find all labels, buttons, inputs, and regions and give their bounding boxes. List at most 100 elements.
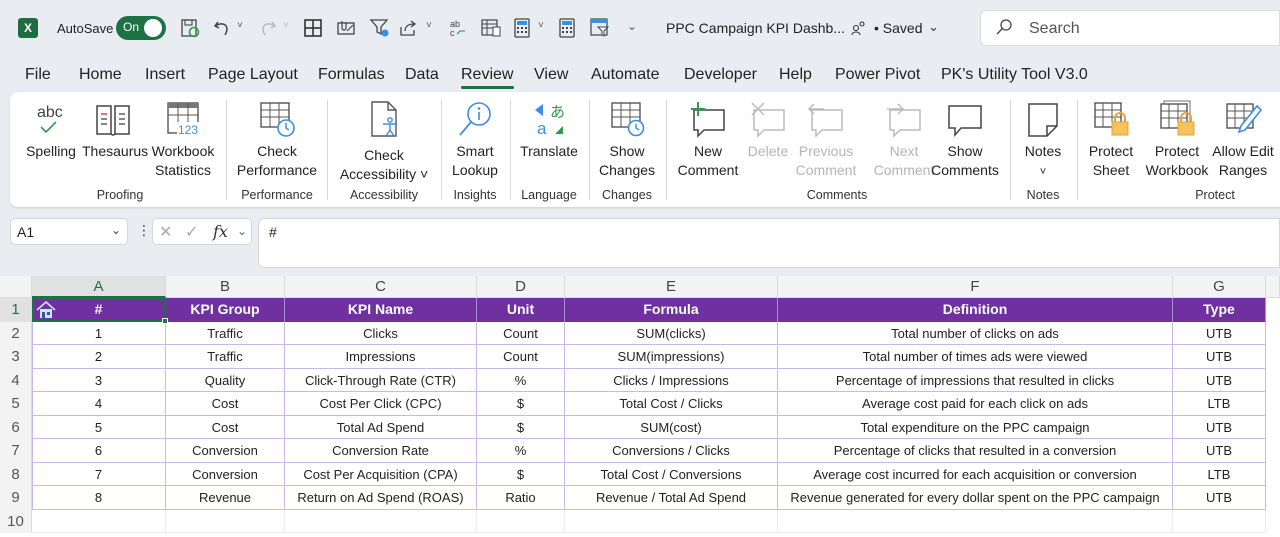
spelling-abc-icon[interactable]: ab c [447, 17, 469, 39]
share-icon[interactable] [397, 17, 419, 39]
smart-lookup-button[interactable]: Smart Lookup [446, 100, 504, 180]
undo-dropdown-chevron-icon[interactable]: ˅ [237, 20, 243, 31]
row-header-7[interactable]: 7 [0, 439, 32, 463]
cell-kpi-number[interactable]: 7 [32, 462, 166, 486]
cell-definition[interactable]: Percentage of impressions that resulted … [778, 368, 1173, 392]
cell-kpi-group[interactable]: Conversion [166, 462, 285, 486]
tab-data[interactable]: Data [405, 66, 439, 84]
column-header-d[interactable]: D [477, 276, 565, 298]
notes-dropdown-chevron-icon[interactable]: ˅ [1040, 166, 1046, 178]
cell-type[interactable]: UTB [1173, 439, 1266, 463]
cell-kpi-number[interactable]: 1 [32, 321, 166, 345]
cell-formula[interactable]: SUM(impressions) [565, 345, 778, 369]
header-cell-unit[interactable]: Unit [477, 298, 565, 322]
share-people-icon[interactable] [850, 19, 868, 42]
empty-cell[interactable] [778, 509, 1173, 533]
header-cell-formula[interactable]: Formula [565, 298, 778, 322]
cell-kpi-group[interactable]: Conversion [166, 439, 285, 463]
undo-icon[interactable] [212, 17, 234, 39]
row-header-3[interactable]: 3 [0, 345, 32, 369]
cell-formula[interactable]: SUM(cost) [565, 415, 778, 439]
show-comments-button[interactable]: Show Comments [928, 100, 1002, 180]
cell-unit[interactable]: Ratio [477, 486, 565, 510]
customize-quick-access-icon[interactable]: ⌄ [627, 19, 637, 33]
cell-formula[interactable]: Revenue / Total Ad Spend [565, 486, 778, 510]
cell-type[interactable]: UTB [1173, 368, 1266, 392]
empty-cell[interactable] [1173, 509, 1266, 533]
show-changes-button[interactable]: Show Changes [594, 100, 660, 180]
borders-icon[interactable] [302, 17, 324, 39]
cell-type[interactable]: UTB [1173, 345, 1266, 369]
autosave-toggle[interactable]: On [116, 16, 166, 40]
share-dropdown-chevron-icon[interactable]: ˅ [426, 20, 432, 31]
tab-automate[interactable]: Automate [591, 66, 659, 84]
cell-kpi-group[interactable]: Quality [166, 368, 285, 392]
tab-page-layout[interactable]: Page Layout [208, 66, 298, 84]
cell-kpi-number[interactable]: 5 [32, 415, 166, 439]
cell-type[interactable]: UTB [1173, 486, 1266, 510]
cell-definition[interactable]: Revenue generated for every dollar spent… [778, 486, 1173, 510]
row-header-4[interactable]: 4 [0, 368, 32, 392]
document-title[interactable]: PPC Campaign KPI Dashb... [666, 20, 845, 36]
cell-kpi-group[interactable]: Revenue [166, 486, 285, 510]
header-cell-kpi-number[interactable]: # [32, 298, 166, 322]
calculator-icon-2[interactable] [556, 17, 578, 39]
cell-kpi-number[interactable]: 4 [32, 392, 166, 416]
empty-cell[interactable] [565, 509, 778, 533]
check-performance-button[interactable]: Check Performance [232, 100, 322, 180]
fx-chevron-icon[interactable]: ⌄ [237, 224, 247, 238]
tab-home[interactable]: Home [79, 66, 122, 84]
protect-workbook-button[interactable]: Protect Workbook [1142, 100, 1212, 180]
tab-formulas[interactable]: Formulas [318, 66, 385, 84]
name-box-chevron-icon[interactable]: ⌄ [111, 223, 121, 237]
cell-kpi-name[interactable]: Cost Per Acquisition (CPA) [285, 462, 477, 486]
cell-definition[interactable]: Percentage of clicks that resulted in a … [778, 439, 1173, 463]
cell-definition[interactable]: Average cost incurred for each acquisiti… [778, 462, 1173, 486]
column-header-f[interactable]: F [778, 276, 1173, 298]
cell-unit[interactable]: Count [477, 345, 565, 369]
column-header-next[interactable] [1266, 276, 1280, 298]
row-header-10[interactable]: 10 [0, 509, 32, 533]
tab-developer[interactable]: Developer [684, 66, 757, 84]
cell-formula[interactable]: Total Cost / Conversions [565, 462, 778, 486]
cell-kpi-name[interactable]: Return on Ad Spend (ROAS) [285, 486, 477, 510]
cell-unit[interactable]: $ [477, 392, 565, 416]
workbook-statistics-button[interactable]: 123 Workbook Statistics [148, 100, 218, 180]
tab-pk-utility-tool[interactable]: PK's Utility Tool V3.0 [941, 66, 1088, 84]
name-box[interactable]: A1 ⌄ [10, 218, 128, 245]
spelling-button[interactable]: abc Spelling [24, 100, 78, 161]
cell-kpi-number[interactable]: 2 [32, 345, 166, 369]
allow-edit-ranges-button[interactable]: Allow Edit Ranges [1208, 100, 1278, 180]
empty-cell[interactable] [477, 509, 565, 533]
attach-email-icon[interactable] [335, 17, 357, 39]
column-header-c[interactable]: C [285, 276, 477, 298]
empty-cell[interactable] [32, 509, 166, 533]
cancel-icon[interactable]: ✕ [159, 222, 172, 242]
row-header-2[interactable]: 2 [0, 321, 32, 345]
cell-formula[interactable]: Conversions / Clicks [565, 439, 778, 463]
check-accessibility-button[interactable]: Check Accessibility ˅ [332, 100, 436, 184]
enter-check-icon[interactable]: ✓ [185, 222, 198, 242]
cell-kpi-name[interactable]: Clicks [285, 321, 477, 345]
header-cell-kpi-name[interactable]: KPI Name [285, 298, 477, 322]
formula-input[interactable]: # [258, 218, 1280, 268]
tab-insert[interactable]: Insert [145, 66, 185, 84]
filter-view-icon[interactable] [589, 17, 611, 39]
cell-type[interactable]: LTB [1173, 392, 1266, 416]
cell-definition[interactable]: Total number of times ads were viewed [778, 345, 1173, 369]
column-header-b[interactable]: B [166, 276, 285, 298]
tab-file[interactable]: File [25, 66, 51, 84]
form-icon[interactable] [480, 17, 502, 39]
cell-kpi-name[interactable]: Click-Through Rate (CTR) [285, 368, 477, 392]
cell-unit[interactable]: $ [477, 462, 565, 486]
spreadsheet-grid[interactable]: A B C D E F G 1 2 3 4 5 6 7 8 9 10 # KPI Group KPI Name Unit… [0, 276, 1280, 537]
select-all-button[interactable] [0, 276, 32, 298]
tab-view[interactable]: View [534, 66, 568, 84]
cell-formula[interactable]: Clicks / Impressions [565, 368, 778, 392]
cell-kpi-number[interactable]: 8 [32, 486, 166, 510]
new-comment-button[interactable]: New Comment [672, 100, 744, 180]
cell-kpi-number[interactable]: 6 [32, 439, 166, 463]
cell-type[interactable]: UTB [1173, 321, 1266, 345]
row-header-8[interactable]: 8 [0, 462, 32, 486]
cell-kpi-group[interactable]: Traffic [166, 321, 285, 345]
